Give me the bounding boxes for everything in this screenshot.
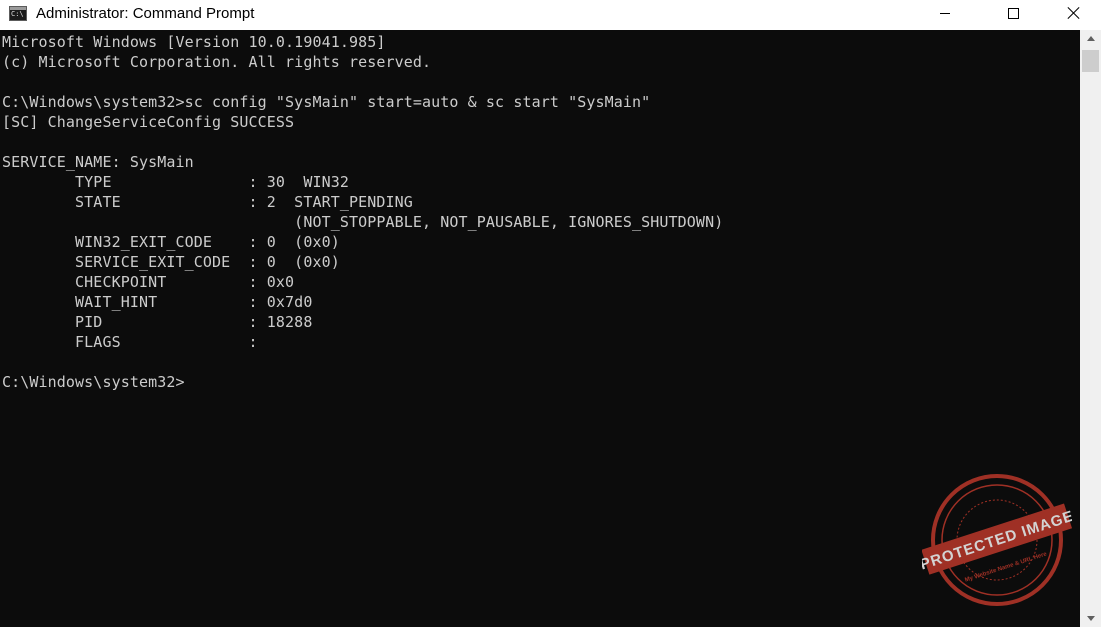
maximize-button[interactable] (990, 0, 1036, 26)
console-line: SERVICE_NAME: SysMain (2, 153, 194, 171)
cmd-icon[interactable]: C:\ (9, 6, 27, 21)
minimize-icon (940, 12, 950, 14)
console-text: Microsoft Windows [Version 10.0.19041.98… (2, 32, 723, 392)
console-line: FLAGS : (2, 333, 258, 351)
console-line: STATE : 2 START_PENDING (2, 193, 413, 211)
watermark-stamp: PROTECTED IMAGE My Website Name & URL He… (922, 474, 1072, 606)
close-icon (1067, 6, 1081, 20)
window-title: Administrator: Command Prompt (36, 5, 255, 22)
scroll-down-button[interactable] (1080, 610, 1101, 627)
console-line: (NOT_STOPPABLE, NOT_PAUSABLE, IGNORES_SH… (2, 213, 724, 231)
watermark-text: PROTECTED IMAGE (922, 508, 1072, 574)
console-line: (c) Microsoft Corporation. All rights re… (2, 53, 432, 71)
console-line: CHECKPOINT : 0x0 (2, 273, 295, 291)
scroll-up-button[interactable] (1080, 30, 1101, 47)
console-line: SERVICE_EXIT_CODE : 0 (0x0) (2, 253, 340, 271)
console-line: C:\Windows\system32>sc config "SysMain" … (2, 93, 651, 111)
vertical-scrollbar[interactable] (1080, 30, 1101, 627)
console-line: WAIT_HINT : 0x7d0 (2, 293, 313, 311)
console-line: WIN32_EXIT_CODE : 0 (0x0) (2, 233, 340, 251)
close-button[interactable] (1051, 0, 1097, 26)
title-bar[interactable]: C:\ Administrator: Command Prompt (0, 0, 1101, 30)
console-line: TYPE : 30 WIN32 (2, 173, 349, 191)
maximize-icon (1007, 7, 1019, 19)
console-line: PID : 18288 (2, 313, 313, 331)
arrow-up-icon (1086, 36, 1095, 41)
arrow-down-icon (1086, 616, 1095, 621)
scroll-thumb[interactable] (1082, 50, 1099, 72)
console-line: [SC] ChangeServiceConfig SUCCESS (2, 113, 295, 131)
minimize-button[interactable] (922, 0, 968, 26)
console-output[interactable]: Microsoft Windows [Version 10.0.19041.98… (0, 30, 1080, 627)
console-line: Microsoft Windows [Version 10.0.19041.98… (2, 33, 386, 51)
console-line: C:\Windows\system32> (2, 373, 185, 391)
